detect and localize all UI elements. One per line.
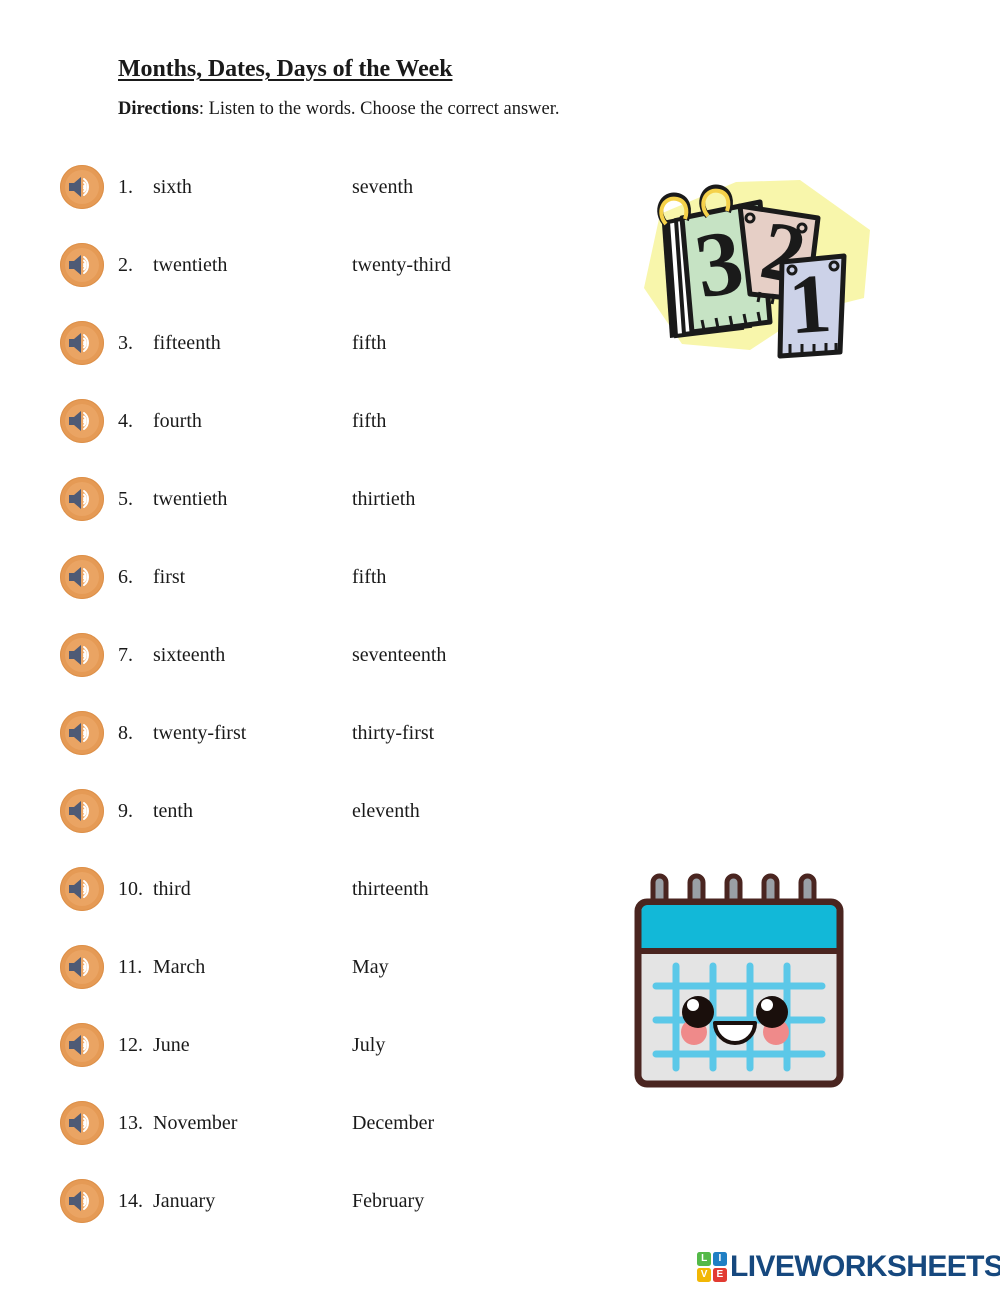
question-number: 4. [118, 410, 133, 432]
question-row: 1. sixth seventh [60, 164, 680, 210]
question-number: 10. [118, 878, 143, 900]
question-number: 14. [118, 1190, 143, 1212]
option-a-label: sixth [153, 176, 192, 198]
question-number: 8. [118, 722, 133, 744]
speaker-icon[interactable] [60, 1179, 104, 1223]
option-a-label: sixteenth [153, 644, 226, 666]
speaker-icon[interactable] [60, 867, 104, 911]
speaker-icon[interactable] [60, 477, 104, 521]
speaker-icon[interactable] [60, 633, 104, 677]
question-number: 2. [118, 254, 133, 276]
worksheet-page: Months, Dates, Days of the Week Directio… [0, 0, 1000, 1291]
question-row: 11. March May [60, 944, 680, 990]
speaker-icon[interactable] [60, 165, 104, 209]
question-row: 7. sixteenth seventeenth [60, 632, 680, 678]
logo-tile-l: L [697, 1252, 712, 1267]
question-option-a[interactable]: 11. March [118, 957, 352, 977]
option-a-label: twentieth [153, 488, 228, 510]
option-a-label: March [153, 956, 206, 978]
question-option-a[interactable]: 1. sixth [118, 177, 352, 197]
option-a-label: fourth [153, 410, 202, 432]
question-option-b[interactable]: May [352, 957, 389, 977]
logo-tile-v: V [697, 1267, 712, 1282]
question-row: 4. fourth fifth [60, 398, 680, 444]
option-a-label: November [153, 1112, 238, 1134]
question-option-a[interactable]: 7. sixteenth [118, 645, 352, 665]
question-number: 13. [118, 1112, 143, 1134]
option-a-label: twenty-first [153, 722, 247, 744]
option-a-label: twentieth [153, 254, 228, 276]
question-row: 8. twenty-first thirty-first [60, 710, 680, 756]
speaker-icon[interactable] [60, 789, 104, 833]
option-a-label: fifteenth [153, 332, 221, 354]
speaker-icon[interactable] [60, 321, 104, 365]
question-row: 3. fifteenth fifth [60, 320, 680, 366]
question-option-a[interactable]: 12. June [118, 1035, 352, 1055]
option-a-label: tenth [153, 800, 193, 822]
smiling-calendar-illustration [630, 870, 848, 1092]
question-row: 6. first fifth [60, 554, 680, 600]
speaker-icon[interactable] [60, 945, 104, 989]
question-option-b[interactable]: seventh [352, 177, 413, 197]
question-row: 12. June July [60, 1022, 680, 1068]
question-number: 5. [118, 488, 133, 510]
question-row: 10. third thirteenth [60, 866, 680, 912]
question-number: 12. [118, 1034, 143, 1056]
logo-tile-e: E [712, 1267, 727, 1282]
question-option-b[interactable]: thirteenth [352, 879, 429, 899]
directions-text: : Listen to the words. Choose the correc… [198, 99, 560, 119]
speaker-icon[interactable] [60, 1023, 104, 1067]
speaker-icon[interactable] [60, 555, 104, 599]
question-number: 7. [118, 644, 133, 666]
speaker-icon[interactable] [60, 399, 104, 443]
question-option-a[interactable]: 5. twentieth [118, 489, 352, 509]
option-a-label: third [153, 878, 191, 900]
speaker-icon[interactable] [60, 711, 104, 755]
option-a-label: first [153, 566, 186, 588]
question-option-b[interactable]: seventeenth [352, 645, 446, 665]
question-option-a[interactable]: 2. twentieth [118, 255, 352, 275]
question-option-b[interactable]: February [352, 1191, 424, 1211]
question-row: 9. tenth eleventh [60, 788, 680, 834]
question-number: 3. [118, 332, 133, 354]
option-a-label: June [153, 1034, 190, 1056]
question-number: 1. [118, 176, 133, 198]
question-option-a[interactable]: 10. third [118, 879, 352, 899]
logo-wordmark: LIVEWORKSHEETS [730, 1250, 1000, 1283]
question-option-a[interactable]: 8. twenty-first [118, 723, 352, 743]
liveworksheets-logo: L I V E LIVEWORKSHEETS [697, 1250, 1000, 1284]
torn-calendar-pages-illustration: 3 2 1 [632, 172, 884, 384]
question-number: 6. [118, 566, 133, 588]
speaker-icon[interactable] [60, 1101, 104, 1145]
logo-tiles: L I V E [697, 1252, 727, 1282]
question-option-a[interactable]: 4. fourth [118, 411, 352, 431]
question-option-b[interactable]: twenty-third [352, 255, 451, 275]
option-a-label: January [153, 1190, 216, 1212]
question-option-b[interactable]: eleventh [352, 801, 420, 821]
question-option-a[interactable]: 3. fifteenth [118, 333, 352, 353]
question-option-b[interactable]: July [352, 1035, 385, 1055]
question-row: 5. twentieth thirtieth [60, 476, 680, 522]
question-option-b[interactable]: fifth [352, 333, 386, 353]
question-option-b[interactable]: December [352, 1113, 434, 1133]
question-option-a[interactable]: 14. January [118, 1191, 352, 1211]
question-option-a[interactable]: 9. tenth [118, 801, 352, 821]
question-row: 13. November December [60, 1100, 680, 1146]
question-row: 14. January February [60, 1178, 680, 1224]
directions-label: Directions [118, 99, 199, 119]
question-option-b[interactable]: thirty-first [352, 723, 434, 743]
speaker-icon[interactable] [60, 243, 104, 287]
question-option-a[interactable]: 13. November [118, 1113, 352, 1133]
svg-text:1: 1 [786, 257, 834, 353]
question-option-b[interactable]: fifth [352, 411, 386, 431]
page-title: Months, Dates, Days of the Week [118, 56, 453, 82]
logo-tile-i: I [712, 1252, 727, 1267]
question-option-a[interactable]: 6. first [118, 567, 352, 587]
question-number: 11. [118, 956, 143, 978]
question-number: 9. [118, 800, 133, 822]
question-option-b[interactable]: fifth [352, 567, 386, 587]
question-row: 2. twentieth twenty-third [60, 242, 680, 288]
directions: Directions: Listen to the words. Choose … [118, 99, 560, 120]
question-option-b[interactable]: thirtieth [352, 489, 415, 509]
